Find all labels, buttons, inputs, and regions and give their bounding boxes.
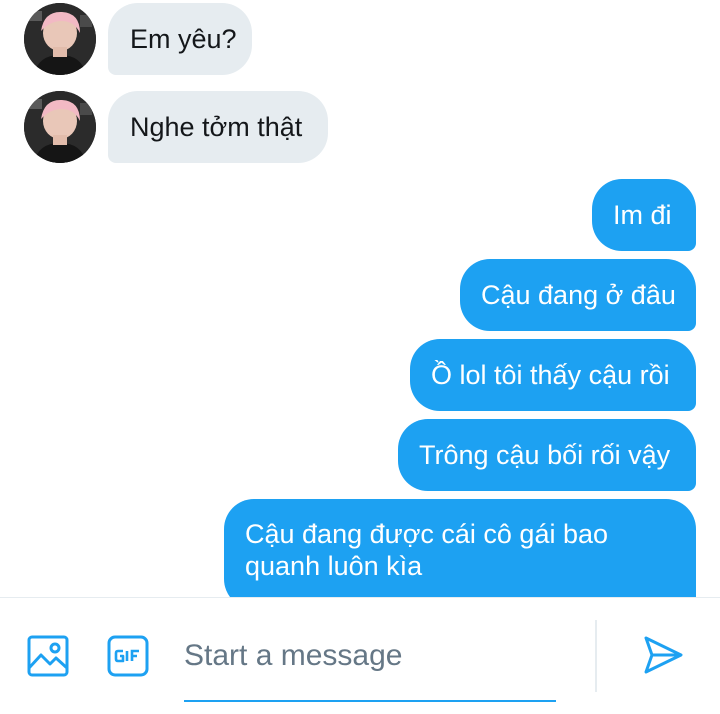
message-bubble-incoming[interactable]: Em yêu? — [108, 3, 252, 75]
send-icon — [644, 636, 683, 674]
message-composer — [0, 597, 720, 714]
message-bubble-outgoing[interactable]: Trông cậu bối rối vậy — [398, 419, 696, 491]
composer-divider — [595, 620, 597, 692]
contact-avatar[interactable] — [24, 3, 96, 75]
message-bubble-outgoing[interactable]: Cậu đang được cái cô gái bao quanh luôn … — [224, 499, 696, 597]
gif-icon — [107, 635, 149, 677]
media-button[interactable] — [24, 632, 72, 680]
dm-conversation-screen: Em yêu? Nghe tởm thật Im đi Cậu đang ở đ… — [0, 0, 720, 714]
send-button[interactable] — [638, 630, 688, 680]
image-icon — [27, 635, 69, 677]
gif-button[interactable] — [104, 632, 152, 680]
message-text: Ồ lol tôi thấy cậu rồi — [431, 360, 670, 390]
message-bubble-outgoing[interactable]: Cậu đang ở đâu — [460, 259, 696, 331]
message-text: Em yêu? — [130, 24, 237, 54]
message-thread[interactable]: Em yêu? Nghe tởm thật Im đi Cậu đang ở đ… — [0, 0, 720, 597]
message-text: Trông cậu bối rối vậy — [419, 440, 671, 470]
message-input-wrapper — [184, 618, 556, 702]
message-text: Nghe tởm thật — [130, 112, 303, 142]
message-bubble-incoming[interactable]: Nghe tởm thật — [108, 91, 328, 163]
avatar-photo — [24, 3, 96, 75]
message-text: Im đi — [613, 200, 672, 230]
message-input[interactable] — [184, 636, 554, 676]
contact-avatar[interactable] — [24, 91, 96, 163]
message-text: Cậu đang được cái cô gái bao quanh luôn … — [245, 519, 609, 581]
message-bubble-outgoing[interactable]: Im đi — [592, 179, 696, 251]
message-text: Cậu đang ở đâu — [481, 280, 676, 310]
message-bubble-outgoing[interactable]: Ồ lol tôi thấy cậu rồi — [410, 339, 696, 411]
avatar-photo — [24, 91, 96, 163]
